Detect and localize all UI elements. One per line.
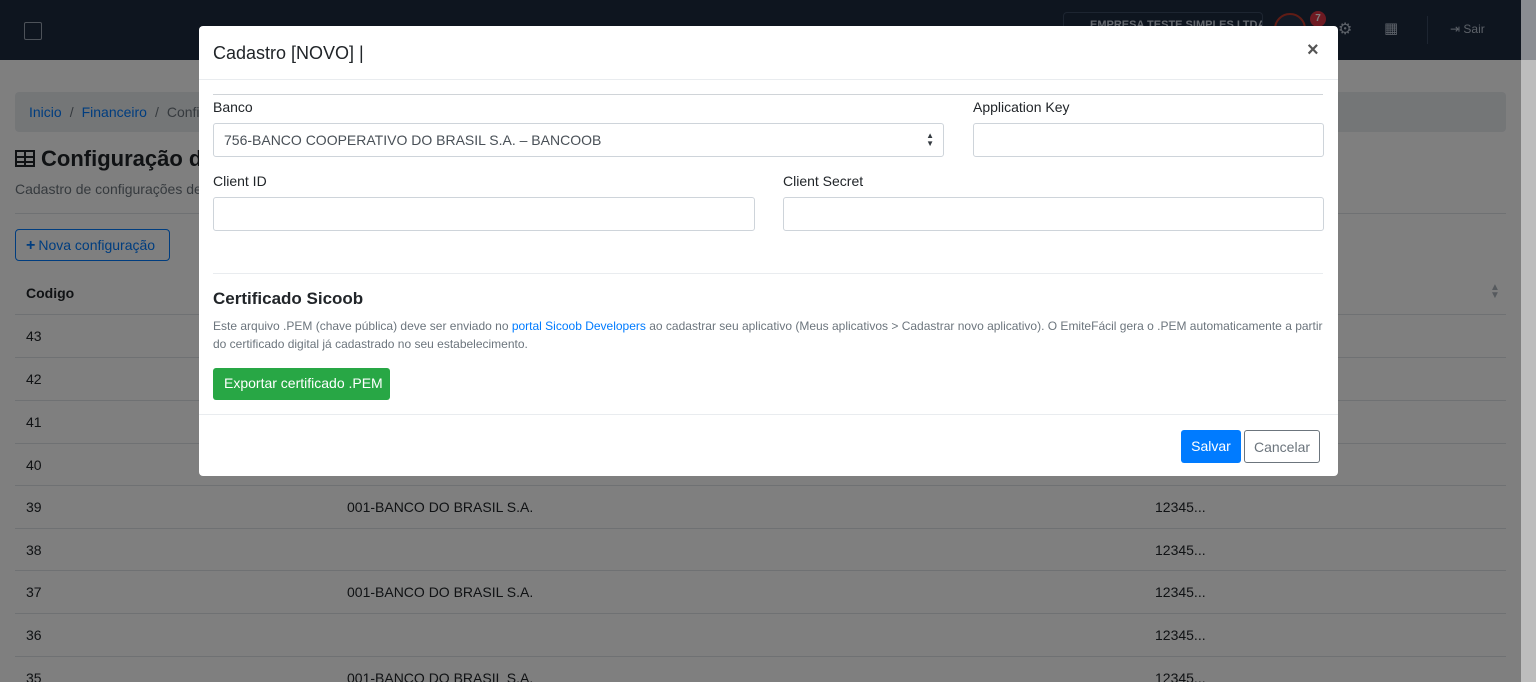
page-scrollbar[interactable] [1521, 0, 1536, 682]
cadastro-modal: Cadastro [NOVO] | × Banco 756-BANCO COOP… [199, 26, 1338, 476]
close-icon[interactable]: × [1307, 40, 1319, 60]
banco-select[interactable]: 756-BANCO COOPERATIVO DO BRASIL S.A. – B… [213, 123, 944, 157]
client-secret-label: Client Secret [783, 173, 864, 189]
client-id-label: Client ID [213, 173, 267, 189]
modal-title: Cadastro [NOVO] | [213, 43, 364, 63]
modal-footer: Salvar Cancelar [199, 414, 1338, 476]
modal-header: Cadastro [NOVO] | × [199, 26, 1338, 80]
banco-label: Banco [213, 99, 253, 115]
divider [213, 94, 1323, 95]
cancel-button[interactable]: Cancelar [1244, 430, 1320, 463]
application-key-input[interactable] [973, 123, 1324, 157]
certificate-help-text: Este arquivo .PEM (chave pública) deve s… [213, 317, 1325, 353]
sicoob-developers-link[interactable]: portal Sicoob Developers [512, 319, 646, 333]
client-secret-input[interactable] [783, 197, 1324, 231]
banco-select-value: 756-BANCO COOPERATIVO DO BRASIL S.A. – B… [224, 132, 602, 148]
certificate-section-title: Certificado Sicoob [213, 289, 364, 308]
application-key-label: Application Key [973, 99, 1070, 115]
certificate-text-part: Este arquivo .PEM (chave pública) deve s… [213, 319, 512, 333]
select-arrows-icon: ▲ ▼ [926, 131, 934, 148]
divider [213, 273, 1323, 274]
save-button[interactable]: Salvar [1181, 430, 1241, 463]
client-id-input[interactable] [213, 197, 755, 231]
export-pem-button[interactable]: Exportar certificado .PEM [213, 368, 390, 400]
